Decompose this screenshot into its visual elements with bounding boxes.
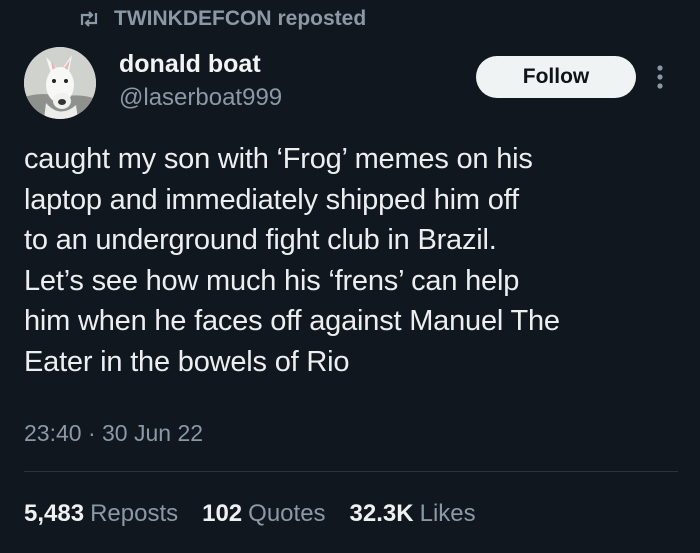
- likes-count: 32.3K: [349, 500, 414, 527]
- quotes-label: Quotes: [248, 500, 326, 527]
- likes-stat[interactable]: 32.3K Likes: [350, 500, 476, 528]
- post-text-line: him when he faces off against Manuel The: [24, 305, 560, 337]
- reposts-stat[interactable]: 5,483 Reposts: [24, 500, 178, 528]
- post-text: caught my son with ‘Frog’ memes on his l…: [24, 139, 684, 382]
- repost-icon: [78, 10, 100, 28]
- quotes-count: 102: [202, 500, 243, 527]
- reposts-count: 5,483: [24, 500, 85, 527]
- author-handle[interactable]: @laserboat999: [119, 84, 282, 112]
- reposter-name[interactable]: TWINKDEFCON: [114, 7, 271, 31]
- more-vertical-icon[interactable]: [650, 62, 670, 92]
- post-timestamp[interactable]: 23:40 · 30 Jun 22: [24, 420, 203, 447]
- post-text-line: Eater in the bowels of Rio: [24, 345, 350, 378]
- reposts-label: Reposts: [90, 500, 179, 527]
- follow-button[interactable]: Follow: [476, 56, 636, 98]
- post-text-line: laptop and immediately shipped him off: [24, 183, 519, 216]
- avatar[interactable]: [24, 47, 96, 119]
- author-display-name[interactable]: donald boat: [119, 50, 261, 79]
- post-text-line: to an underground fight club in Brazil.: [24, 224, 497, 256]
- quotes-stat[interactable]: 102 Quotes: [202, 500, 325, 528]
- repost-banner: TWINKDEFCON reposted: [78, 6, 366, 32]
- divider: [24, 471, 678, 472]
- engagement-stats: 5,483 Reposts 102 Quotes 32.3K Likes: [24, 500, 500, 528]
- repost-suffix: reposted: [277, 7, 367, 30]
- post-text-line: caught my son with ‘Frog’ memes on his: [24, 143, 533, 175]
- likes-label: Likes: [419, 500, 476, 527]
- post-text-line: Let’s see how much his ‘frens’ can help: [24, 264, 520, 297]
